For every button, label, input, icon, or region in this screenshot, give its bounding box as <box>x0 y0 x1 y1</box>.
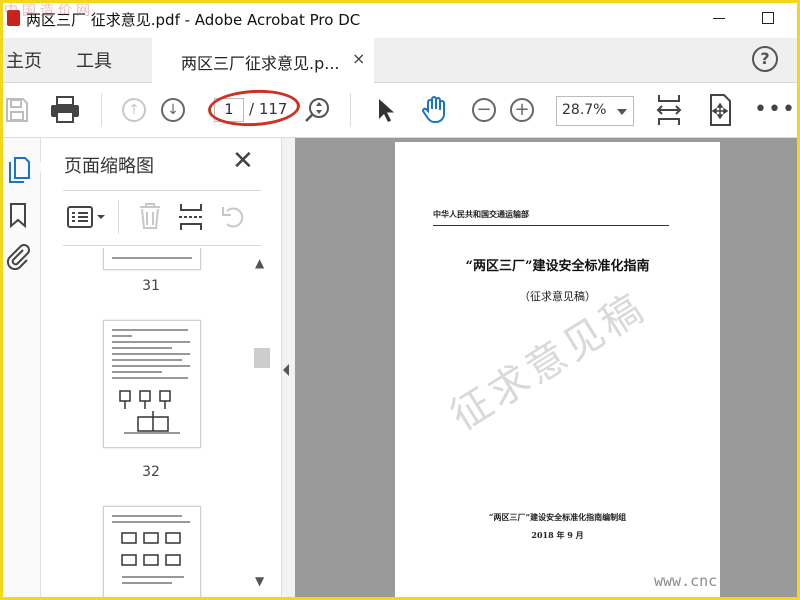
help-icon[interactable]: ? <box>752 46 778 72</box>
thumb-text <box>112 341 190 343</box>
divider <box>118 200 119 234</box>
delete-page-icon[interactable] <box>138 202 162 230</box>
fit-width-icon[interactable] <box>656 94 682 126</box>
pdf-page: 中华人民共和国交通运输部 “两区三厂”建设安全标准化指南 （征求意见稿） 征求意… <box>395 142 720 600</box>
zoom-out-icon[interactable]: − <box>472 98 496 122</box>
toolbar: ↑ ↓ − + ••• <box>0 83 800 138</box>
title-bar: 两区三厂 征求意见.pdf - Adobe Acrobat Pro DC <box>0 0 800 38</box>
panel-toolbar <box>63 198 273 238</box>
previous-page-icon[interactable]: ↑ <box>122 98 146 122</box>
page-thumbnail[interactable] <box>103 248 201 270</box>
thumbnail-scrollbar[interactable]: ▲ ▼ <box>253 252 270 600</box>
thumb-text <box>112 371 162 373</box>
tab-tools[interactable]: 工具 <box>76 47 112 73</box>
thumb-text <box>112 347 172 349</box>
thumbnails-panel: 页面缩略图 ✕ 31 32 ▲ ▼ <box>41 138 281 600</box>
tab-close-icon[interactable]: × <box>352 49 365 68</box>
tab-document[interactable]: 两区三厂征求意见.p... × <box>152 38 374 83</box>
extract-page-icon[interactable] <box>178 202 204 232</box>
url-watermark: www.cnc <box>654 572 718 590</box>
attachment-icon[interactable] <box>6 242 30 270</box>
scroll-down-icon[interactable]: ▼ <box>255 574 264 588</box>
thumb-text <box>112 335 132 337</box>
zoom-select[interactable]: 28.7% <box>556 96 634 126</box>
thumb-text <box>112 365 190 367</box>
header-rule <box>433 225 669 226</box>
issuing-authority: 中华人民共和国交通运输部 <box>433 209 529 219</box>
zoom-value: 28.7% <box>562 102 607 118</box>
tab-bar: 主页 工具 两区三厂征求意见.p... × ? <box>0 38 800 83</box>
page-thumbnail[interactable] <box>103 320 201 448</box>
panel-close-icon[interactable]: ✕ <box>232 148 254 174</box>
thumbnail-label: 32 <box>142 464 160 480</box>
thumb-figure <box>121 532 184 584</box>
thumb-text <box>112 353 190 355</box>
editing-group: “两区三厂”建设安全标准化指南编制组 <box>488 512 627 522</box>
thumbnail-label: 31 <box>142 278 160 294</box>
chevron-down-icon <box>617 109 627 115</box>
zoom-in-icon[interactable]: + <box>510 98 534 122</box>
thumb-text <box>112 329 188 331</box>
full-screen-icon[interactable] <box>707 94 733 126</box>
divider <box>63 245 261 246</box>
document-title: “两区三厂”建设安全标准化指南 <box>465 259 650 274</box>
hand-tool-icon[interactable] <box>421 94 449 124</box>
more-tools-icon[interactable]: ••• <box>754 97 796 122</box>
select-tool-icon[interactable] <box>376 97 396 123</box>
tab-home[interactable]: 主页 <box>6 47 42 73</box>
document-subtitle: （征求意见稿） <box>519 290 596 303</box>
site-watermark: 中国造价网 <box>4 3 94 19</box>
thumb-text <box>112 515 182 517</box>
minimize-button[interactable] <box>705 6 733 30</box>
document-view[interactable]: 中华人民共和国交通运输部 “两区三厂”建设安全标准化指南 （征求意见稿） 征求意… <box>295 138 800 600</box>
page-thumbnail[interactable] <box>103 506 201 600</box>
rotate-page-icon[interactable] <box>221 204 247 230</box>
toolbar-divider <box>350 93 351 127</box>
zoom-page-icon[interactable] <box>305 97 331 123</box>
thumb-text <box>112 359 182 361</box>
scroll-up-icon[interactable]: ▲ <box>255 256 264 270</box>
thumb-text <box>112 521 190 523</box>
collapse-panel-icon[interactable] <box>283 364 289 376</box>
panel-title: 页面缩略图 <box>64 156 154 177</box>
maximize-button[interactable] <box>754 6 782 30</box>
page-thumbnails-icon[interactable] <box>7 156 31 184</box>
divider <box>63 190 261 191</box>
scrollbar-thumb[interactable] <box>254 348 270 368</box>
thumb-text <box>112 257 192 259</box>
bookmark-icon[interactable] <box>9 202 27 228</box>
tab-document-label: 两区三厂征求意见.p... <box>181 54 340 73</box>
save-icon[interactable] <box>5 97 29 123</box>
options-menu-icon[interactable] <box>67 204 107 230</box>
thumb-figure <box>119 390 180 434</box>
print-icon[interactable] <box>50 96 80 124</box>
navigation-rail <box>0 138 41 600</box>
thumb-text <box>112 377 188 379</box>
document-date: 2018 年 9 月 <box>531 530 584 540</box>
thumbnail-list: 31 32 <box>41 248 281 600</box>
next-page-icon[interactable]: ↓ <box>161 98 185 122</box>
toolbar-divider <box>101 93 102 127</box>
